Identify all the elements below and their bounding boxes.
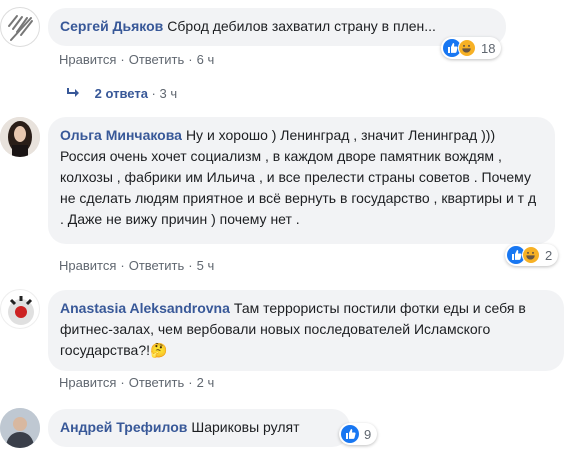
comment-author[interactable]: Ольга Минчакова [60,127,182,143]
comment-actions: Нравится · Ответить · 6 ч [59,52,215,67]
reply-arrow-icon [67,88,79,97]
reaction-count: 2 [545,247,553,263]
comment-text: Шариковы рулят [191,419,300,435]
comment-actions: Нравится · Ответить · 2 ч [59,375,215,390]
haha-icon [458,39,476,57]
like-link[interactable]: Нравится [59,52,116,67]
reply-link[interactable]: Ответить [129,258,185,273]
reaction-summary[interactable]: 18 [441,37,502,59]
reaction-summary[interactable]: 9 [339,423,378,445]
avatar[interactable] [0,7,40,47]
reaction-count: 9 [364,426,372,442]
like-icon [341,425,359,443]
comment-bubble: Сергей Дьяков Сброд дебилов захватил стра… [48,8,506,46]
comment-text: Сброд дебилов захватил страну в плен... [167,18,436,34]
replies-time: 3 ч [159,86,178,101]
comment-bubble: Андрей Трефилов Шариковы рулят [48,409,350,447]
comment-author[interactable]: Сергей Дьяков [60,18,163,34]
comment-time[interactable]: 5 ч [197,258,215,273]
comment-author[interactable]: Андрей Трефилов [60,419,187,435]
avatar[interactable] [0,117,40,157]
thinking-emoji: 🤔 [150,342,168,358]
reply-link[interactable]: Ответить [129,375,185,390]
comment-bubble: Anastasia Aleksandrovna Там террористы по… [48,290,564,371]
avatar[interactable] [0,408,40,448]
user-photo-icon [0,117,40,157]
comment-bubble: Ольга Минчакова Ну и хорошо ) Ленинград ,… [48,117,555,244]
haha-icon [522,246,540,264]
reaction-summary[interactable]: 2 [505,244,559,266]
comment-time[interactable]: 2 ч [197,375,215,390]
comment-time[interactable]: 6 ч [197,52,215,67]
user-photo-icon [0,408,40,448]
reaction-count: 18 [481,40,496,56]
like-link[interactable]: Нравится [59,375,116,390]
avatar[interactable] [0,289,40,329]
like-link[interactable]: Нравится [59,258,116,273]
comment-author[interactable]: Anastasia Aleksandrovna [60,300,230,316]
view-replies-link[interactable]: 2 ответа · 3 ч [67,86,177,101]
comment-actions: Нравится · Ответить · 5 ч [59,258,215,273]
reply-link[interactable]: Ответить [129,52,185,67]
user-photo-icon [8,296,34,325]
fork-icon [8,15,33,41]
replies-count[interactable]: 2 ответа [95,86,148,101]
